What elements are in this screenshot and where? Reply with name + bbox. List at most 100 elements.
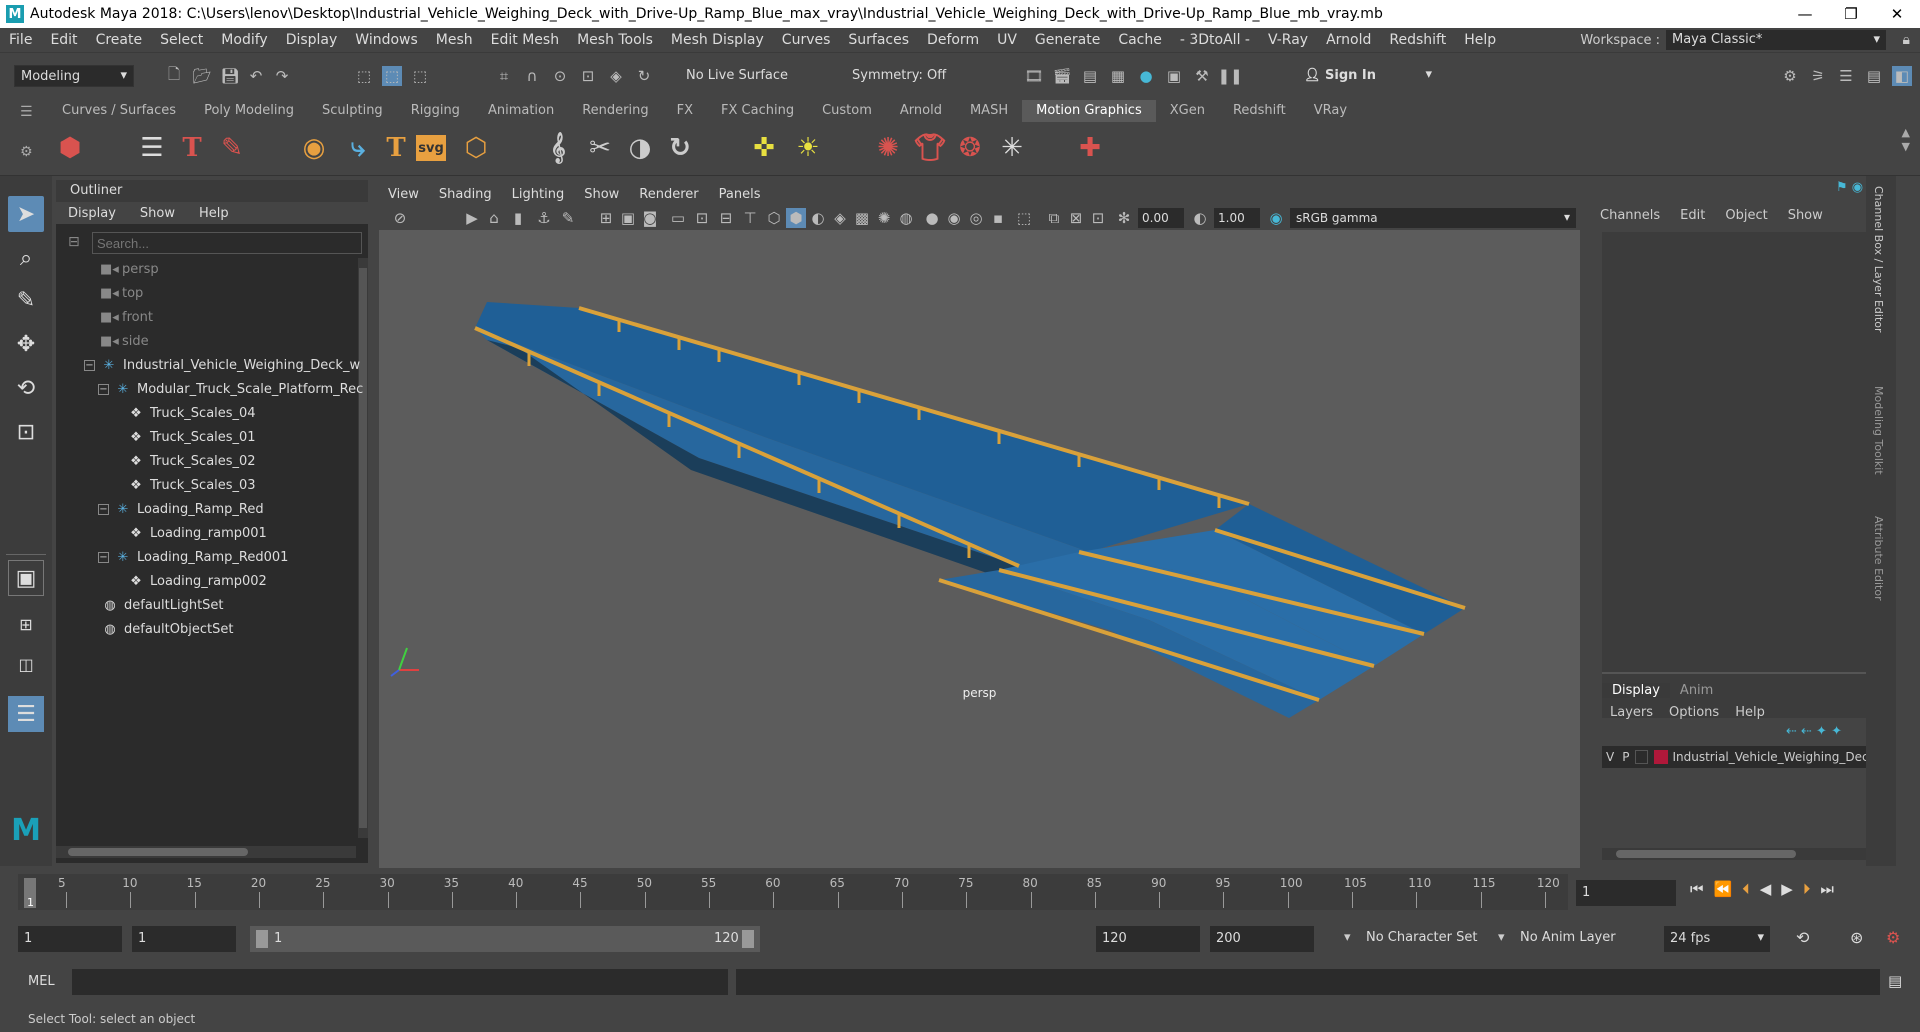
close-button[interactable]: ✕ <box>1874 0 1920 28</box>
film-gate-icon[interactable]: ▣ <box>618 208 638 228</box>
time-slider[interactable]: 1 5 10 15 20 25 30 35 40 45 50 55 60 65 70 75 80 85 90 95 1… <box>0 870 1920 914</box>
filter-icon[interactable]: ⊟ <box>68 234 80 250</box>
anim-prefs-icon[interactable]: ⚙ <box>1886 928 1900 947</box>
minimize-button[interactable]: — <box>1782 0 1828 28</box>
snap-vertex-icon[interactable]: ↻ <box>634 66 654 86</box>
tab-animation[interactable]: Animation <box>474 100 568 122</box>
list-item[interactable]: ◍ defaultLightSet <box>102 594 223 616</box>
gamma-icon[interactable]: ◐ <box>1190 208 1210 228</box>
anim-layer-dropdown[interactable]: No Anim Layer <box>1520 930 1616 945</box>
start-frame-field[interactable]: 1 <box>18 926 122 952</box>
type-list-icon[interactable]: ☰ <box>134 130 170 166</box>
go-to-start-icon[interactable]: ⏮ <box>1690 880 1714 898</box>
menu-edit-mesh[interactable]: Edit Mesh <box>482 32 568 48</box>
snap-grid-icon[interactable]: ⌗ <box>494 66 514 86</box>
layer-menu-layers[interactable]: Layers <box>1602 705 1661 720</box>
collapse-icon[interactable]: − <box>84 359 95 371</box>
list-item[interactable]: ❖ Truck_Scales_02 <box>128 450 255 472</box>
outliner-scrollbar[interactable] <box>358 258 368 838</box>
viewport-menu-view[interactable]: View <box>378 187 429 202</box>
menu-3dtoall[interactable]: - 3DtoAll - <box>1171 32 1259 48</box>
shadows-icon[interactable]: ◍ <box>896 208 916 228</box>
snap-curve-icon[interactable]: ∩ <box>522 66 542 86</box>
select-tool-icon[interactable]: ➤ <box>8 196 44 232</box>
use-lights-icon[interactable]: ✺ <box>874 208 894 228</box>
play-back-icon[interactable]: ◀ <box>1760 880 1782 898</box>
mode-dropdown[interactable]: Modeling ▾ <box>14 65 134 87</box>
tab-channel-box-layer-editor[interactable]: Channel Box / Layer Editor <box>1872 186 1885 333</box>
list-item[interactable]: ■◂ top <box>100 282 143 304</box>
viewport-menu-shading[interactable]: Shading <box>429 187 502 202</box>
layer-menu-help[interactable]: Help <box>1727 705 1773 720</box>
tab-fx[interactable]: FX <box>663 100 707 122</box>
curve-icon[interactable]: ⤷ <box>340 130 376 166</box>
depth-of-field-icon[interactable]: ▪ <box>988 208 1008 228</box>
playback-start-field[interactable]: 1 <box>132 926 236 952</box>
channel-menu-object[interactable]: Object <box>1715 208 1777 223</box>
tab-poly-modeling[interactable]: Poly Modeling <box>190 100 308 122</box>
single-view-icon[interactable]: ▣ <box>8 560 44 596</box>
xray-components-icon[interactable]: ⊡ <box>1088 208 1108 228</box>
exposure-field[interactable]: 0.00 <box>1138 208 1184 228</box>
vray-vfb-icon[interactable]: ▣ <box>1164 66 1184 86</box>
restore-button[interactable]: ❐ <box>1828 0 1874 28</box>
viewport-3d[interactable]: persp <box>379 230 1580 868</box>
list-item[interactable]: − ✳ Loading_Ramp_Red <box>98 498 264 520</box>
type-tool-icon[interactable]: T <box>174 130 210 166</box>
fps-dropdown[interactable]: 24 fps ▾ <box>1664 926 1770 952</box>
select-camera-icon[interactable]: ⊘ <box>390 208 410 228</box>
modeling-toolkit-icon[interactable]: ⚙ <box>1780 66 1800 86</box>
image-plane-icon[interactable]: ▮ <box>508 208 528 228</box>
tab-motion-graphics[interactable]: Motion Graphics <box>1022 100 1156 122</box>
layer-actions-icons[interactable]: ⇠ ⇠ ✦ ✦ <box>1786 724 1842 739</box>
tab-vray[interactable]: VRay <box>1300 100 1361 122</box>
svg-icon[interactable]: svg <box>416 135 446 161</box>
viewport-menu-lighting[interactable]: Lighting <box>502 187 575 202</box>
menu-windows[interactable]: Windows <box>346 32 427 48</box>
smooth-shade-icon[interactable]: ⬢ <box>786 208 806 228</box>
layer-color-swatch[interactable] <box>1654 750 1669 764</box>
cube-icon[interactable]: ⬡ <box>458 130 494 166</box>
locator-light-icon[interactable]: ✜ <box>746 130 782 166</box>
menu-create[interactable]: Create <box>87 32 152 48</box>
snap-view-icon[interactable]: ⊡ <box>578 66 598 86</box>
shelf-scroll-icon[interactable]: ▲ ▼ <box>1902 126 1910 154</box>
menu-redshift[interactable]: Redshift <box>1380 32 1455 48</box>
hypershade-icon[interactable]: ● <box>1136 66 1156 86</box>
timeline-track[interactable]: 1 5 10 15 20 25 30 35 40 45 50 55 60 65 70 75 80 85 90 95 1… <box>18 874 1568 910</box>
channel-box-toggle-icon[interactable]: ▤ <box>1864 66 1884 86</box>
select-hierarchy-icon[interactable]: ⬚ <box>354 66 374 86</box>
play-forward-icon[interactable]: ▶ <box>1781 880 1803 898</box>
tab-fx-caching[interactable]: FX Caching <box>707 100 808 122</box>
bookmark-icon[interactable]: ⌂ <box>484 208 504 228</box>
shelf-menu-icon[interactable]: ☰ <box>20 104 33 120</box>
exposure-icon[interactable]: ✻ <box>1114 208 1134 228</box>
render-frame-icon[interactable]: 🎬︎ <box>1052 66 1072 86</box>
end-frame-field[interactable]: 200 <box>1210 926 1314 952</box>
chevron-down-icon[interactable]: ▾ <box>1498 930 1505 945</box>
step-back-key-icon[interactable]: ⏴ <box>1742 880 1760 898</box>
list-item[interactable]: ■◂ side <box>100 330 149 352</box>
scale-tool-icon[interactable]: ⊡ <box>8 414 44 450</box>
fluid-icon[interactable]: ❂ <box>952 130 988 166</box>
text-3d-icon[interactable]: T <box>378 130 414 166</box>
command-input[interactable] <box>72 969 728 995</box>
select-object-icon[interactable]: ⬚ <box>382 66 402 86</box>
list-item[interactable]: ❖ Loading_ramp001 <box>128 522 267 544</box>
list-item[interactable]: ❖ Truck_Scales_03 <box>128 474 255 496</box>
menu-curves[interactable]: Curves <box>773 32 840 48</box>
outliner-menu-help[interactable]: Help <box>187 206 241 221</box>
wireframe-on-shaded-icon[interactable]: ◈ <box>830 208 850 228</box>
viewport-menu-show[interactable]: Show <box>574 187 629 202</box>
sweep-icon[interactable]: 𝄞 <box>540 130 576 166</box>
menu-surfaces[interactable]: Surfaces <box>839 32 918 48</box>
gate-mask-icon[interactable]: ▭ <box>668 208 688 228</box>
menu-cache[interactable]: Cache <box>1109 32 1171 48</box>
snap-point-icon[interactable]: ⊙ <box>550 66 570 86</box>
symmetry-dropdown[interactable]: Symmetry: Off <box>846 65 966 87</box>
vray-ipr-icon[interactable]: ⚒ <box>1192 66 1212 86</box>
attribute-editor-icon[interactable]: ⚞ <box>1808 66 1828 86</box>
menu-edit[interactable]: Edit <box>41 32 86 48</box>
four-view-icon[interactable]: ⊞ <box>8 606 44 642</box>
channel-menu-channels[interactable]: Channels <box>1590 208 1670 223</box>
